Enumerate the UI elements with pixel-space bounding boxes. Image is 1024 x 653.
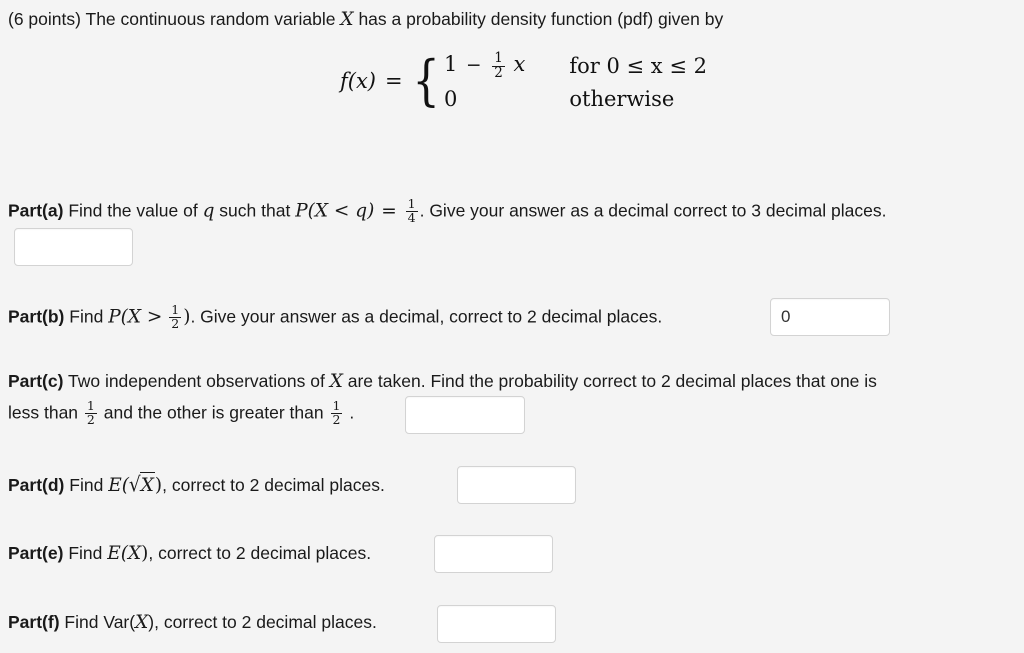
part-f-variance-open: Var( — [103, 612, 136, 632]
part-f-variable-x: X — [135, 612, 149, 633]
part-a-text-2: such that — [219, 200, 291, 221]
part-b-fraction-numerator: 1 — [171, 302, 180, 317]
part-d-text-1: Find — [69, 475, 104, 495]
formula-case1-condition: for 0 ≤ x ≤ 2 — [569, 54, 707, 79]
stem-variable-x: X — [340, 9, 354, 30]
part-b-text-1: Find — [69, 306, 104, 327]
part-f-text-2: , correct to 2 decimal places. — [154, 612, 377, 632]
formula-lhs: f(x) — [340, 69, 377, 94]
question-stem: (6 points) The continuous random variabl… — [8, 8, 723, 32]
points-label: (6 points) — [8, 9, 81, 29]
part-c-fraction1-denominator: 2 — [84, 411, 97, 427]
part-a-probability-expression: P(X < q) — [295, 200, 375, 222]
part-b-label: Part(b) — [8, 306, 65, 327]
part-c-text-1: Two independent observations of — [67, 371, 325, 391]
part-b-prompt: Part(b) Find P(X > 1 2 ). Give your answ… — [8, 302, 663, 331]
formula-left-brace: { — [412, 49, 440, 113]
part-d-expectation-open: E( — [108, 475, 129, 496]
part-e-prompt: Part(e) Find E(X), correct to 2 decimal … — [8, 542, 371, 566]
formula-case1-expression: 1 − 1 2 x — [443, 50, 526, 81]
stem-text-after: has a probability density function (pdf)… — [358, 9, 724, 29]
case1-fraction-denominator: 2 — [492, 64, 505, 81]
part-b-half-fraction: 1 2 — [169, 302, 182, 331]
part-c-fraction2-numerator: 1 — [332, 398, 341, 413]
part-c-fraction1-numerator: 1 — [86, 398, 95, 413]
part-a-label: Part(a) — [8, 200, 64, 221]
part-d-prompt: Part(d) Find E(√X), correct to 2 decimal… — [8, 472, 385, 498]
case1-variable-x: x — [513, 52, 526, 77]
part-c-prompt-line-2: less than 1 2 and the other is greater t… — [8, 398, 355, 427]
case1-minus: − — [466, 55, 482, 77]
part-c-label: Part(c) — [8, 371, 64, 391]
part-c-half-fraction-1: 1 2 — [84, 398, 97, 427]
part-d-square-root: √X — [129, 472, 155, 498]
part-c-variable-x: X — [329, 371, 343, 392]
part-e-label: Part(e) — [8, 543, 64, 563]
stem-text-before: The continuous random variable — [85, 9, 336, 29]
part-c-line2-text-2: and the other is greater than — [103, 402, 324, 423]
part-c-prompt-line-1: Part(c) Two independent observations of … — [8, 370, 877, 394]
radical-sign-icon: √ — [128, 473, 141, 498]
part-f-label: Part(f) — [8, 612, 60, 632]
part-d-radicand-x: X — [139, 472, 155, 498]
part-a-text-1: Find the value of — [68, 200, 198, 221]
part-f-prompt: Part(f) Find Var(X), correct to 2 decima… — [8, 611, 377, 635]
part-b-answer-value: 0 — [781, 307, 791, 326]
part-a-variable-q: q — [202, 200, 215, 222]
part-c-line2-text-1: less than — [8, 402, 79, 423]
part-b-fraction-denominator: 2 — [169, 315, 182, 331]
part-d-label: Part(d) — [8, 475, 65, 495]
part-f-answer-input[interactable] — [437, 605, 556, 643]
pdf-formula: f(x) = { 1 − 1 2 x for 0 ≤ x ≤ 2 0 other… — [340, 49, 707, 113]
part-c-line2-text-3: . — [349, 402, 355, 423]
part-b-text-2: . Give your answer as a decimal, correct… — [190, 306, 663, 327]
part-c-text-2: are taken. Find the probability correct … — [347, 371, 877, 391]
formula-case2-expression: 0 — [443, 86, 458, 111]
part-b-answer-input[interactable]: 0 — [770, 298, 890, 336]
part-e-expectation-open: E( — [107, 543, 128, 564]
formula-cases: 1 − 1 2 x for 0 ≤ x ≤ 2 0 otherwise — [443, 50, 707, 111]
part-c-answer-input[interactable] — [405, 396, 525, 434]
part-a-answer-input[interactable] — [14, 228, 133, 266]
part-a-text-3: . Give your answer as a decimal correct … — [419, 200, 887, 221]
part-a-equals: = — [381, 200, 397, 222]
part-e-text-1: Find — [68, 543, 103, 563]
part-d-text-2: , correct to 2 decimal places. — [162, 475, 385, 495]
part-e-answer-input[interactable] — [434, 535, 553, 573]
part-a-quarter-fraction: 1 4 — [405, 196, 418, 225]
part-d-answer-input[interactable] — [457, 466, 576, 504]
part-f-text-1: Find — [64, 612, 99, 632]
part-b-probability-open: P(X > — [108, 306, 163, 328]
case1-fraction-numerator: 1 — [494, 50, 503, 66]
part-e-text-2: , correct to 2 decimal places. — [148, 543, 372, 563]
part-a-fraction-denominator: 4 — [405, 209, 418, 225]
question-page: (6 points) The continuous random variabl… — [0, 0, 1024, 653]
formula-equals: = — [385, 69, 403, 94]
part-a-fraction-numerator: 1 — [407, 196, 416, 211]
case1-one: 1 — [443, 52, 458, 77]
case1-half-fraction: 1 2 — [492, 50, 505, 81]
part-a-prompt: Part(a) Find the value of q such that P(… — [8, 196, 887, 225]
formula-case2-condition: otherwise — [569, 86, 675, 111]
part-c-fraction2-denominator: 2 — [330, 411, 343, 427]
part-e-variable-x: X — [127, 543, 142, 564]
part-c-half-fraction-2: 1 2 — [330, 398, 343, 427]
